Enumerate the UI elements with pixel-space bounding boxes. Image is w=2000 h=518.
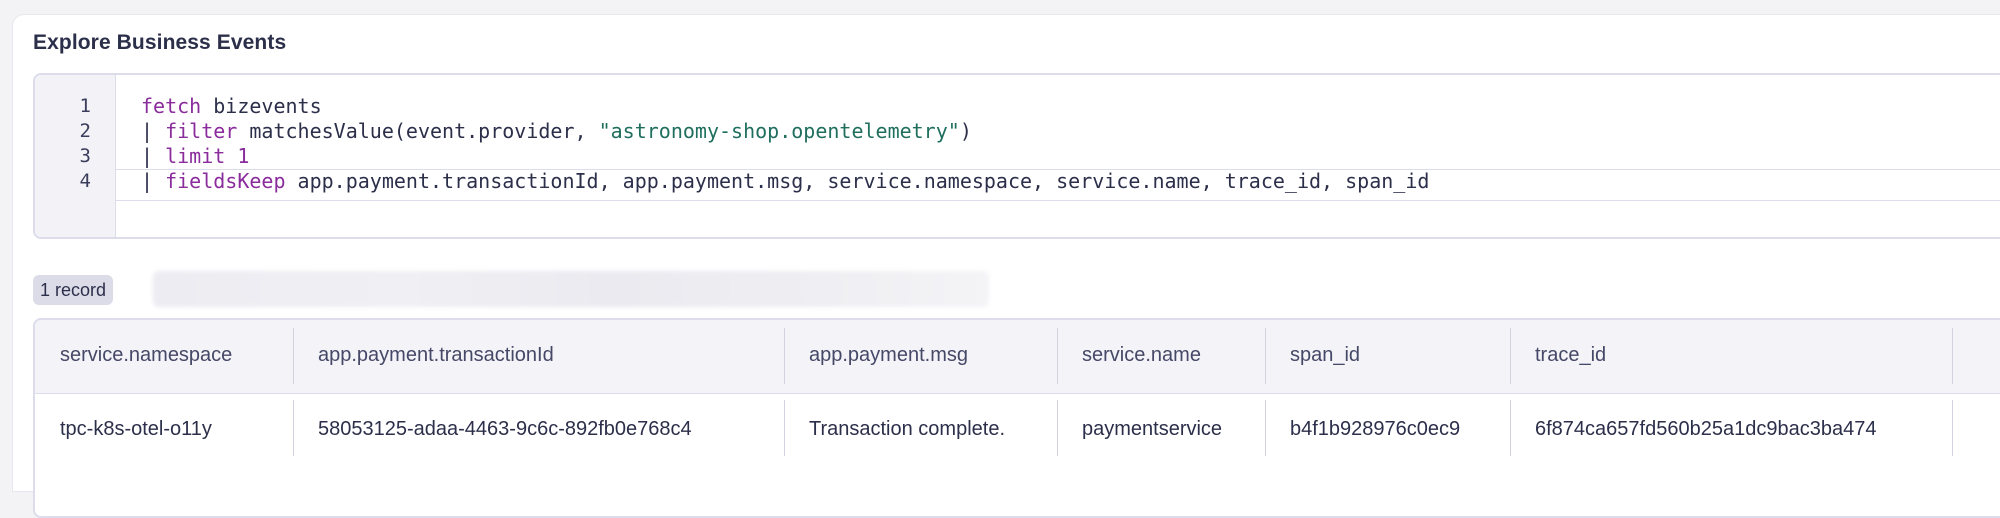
- table-cell[interactable]: tpc-k8s-otel-o11y: [60, 418, 212, 441]
- column-separator: [1265, 400, 1266, 456]
- number-token: 1: [237, 144, 250, 168]
- column-separator[interactable]: [1057, 328, 1058, 384]
- keyword-token: limit: [165, 144, 226, 168]
- code-line-1[interactable]: fetch bizevents: [141, 94, 322, 118]
- code-token: app.payment.transactionId, app.payment.m…: [285, 169, 1430, 193]
- column-separator[interactable]: [1952, 328, 1953, 384]
- column-separator: [1057, 400, 1058, 456]
- line-number: 4: [79, 170, 91, 192]
- query-editor[interactable]: 1 2 3 4 fetch bizevents | filter matches…: [33, 73, 2000, 239]
- column-header-span-id[interactable]: span_id: [1290, 344, 1360, 367]
- column-separator[interactable]: [1265, 328, 1266, 384]
- keyword-token: fieldsKeep: [165, 169, 286, 193]
- column-separator[interactable]: [1510, 328, 1511, 384]
- code-line-4[interactable]: | fieldsKeep app.payment.transactionId, …: [141, 169, 1429, 193]
- table-cell[interactable]: Transaction complete.: [809, 418, 1005, 441]
- table-cell[interactable]: 58053125-adaa-4463-9c6c-892fb0e768c4: [318, 418, 692, 441]
- record-count-badge: 1 record: [33, 275, 114, 305]
- table-cell[interactable]: b4f1b928976c0ec9: [1290, 418, 1460, 441]
- pipe-token: |: [141, 169, 166, 193]
- column-separator: [784, 400, 785, 456]
- code-line-2[interactable]: | filter matchesValue(event.provider, "a…: [141, 119, 972, 143]
- table-cell[interactable]: paymentservice: [1082, 418, 1222, 441]
- code-token: bizevents: [201, 94, 322, 118]
- column-header-service-namespace[interactable]: service.namespace: [60, 344, 232, 367]
- line-number: 2: [79, 120, 91, 142]
- pipe-token: |: [141, 119, 166, 143]
- keyword-token: fetch: [141, 94, 202, 118]
- pipe-token: |: [141, 144, 166, 168]
- column-header-service-name[interactable]: service.name: [1082, 344, 1201, 367]
- explore-panel: Explore Business Events 1 2 3 4 fetch bi…: [12, 14, 2000, 518]
- panel-title: Explore Business Events: [33, 31, 287, 54]
- column-separator: [1952, 400, 1953, 456]
- column-separator[interactable]: [293, 328, 294, 384]
- column-separator: [1510, 400, 1511, 456]
- code-line-3[interactable]: | limit 1: [141, 144, 249, 168]
- line-number: 3: [79, 145, 91, 167]
- column-separator[interactable]: [784, 328, 785, 384]
- blurred-placeholder: [153, 271, 989, 307]
- column-separator: [293, 400, 294, 456]
- code-token: ): [959, 119, 972, 143]
- column-header-payment-msg[interactable]: app.payment.msg: [809, 344, 968, 367]
- table-cell[interactable]: 6f874ca657fd560b25a1dc9bac3ba474: [1535, 418, 1876, 441]
- code-token: matchesValue(event.provider,: [237, 119, 599, 143]
- line-number: 1: [79, 95, 91, 117]
- keyword-token: filter: [165, 119, 238, 143]
- string-token: "astronomy-shop.opentelemetry": [598, 119, 960, 143]
- results-table: service.namespace app.payment.transactio…: [33, 318, 2000, 518]
- column-header-trace-id[interactable]: trace_id: [1535, 344, 1606, 367]
- column-header-transaction-id[interactable]: app.payment.transactionId: [318, 344, 554, 367]
- line-number-gutter: 1 2 3 4: [35, 75, 116, 237]
